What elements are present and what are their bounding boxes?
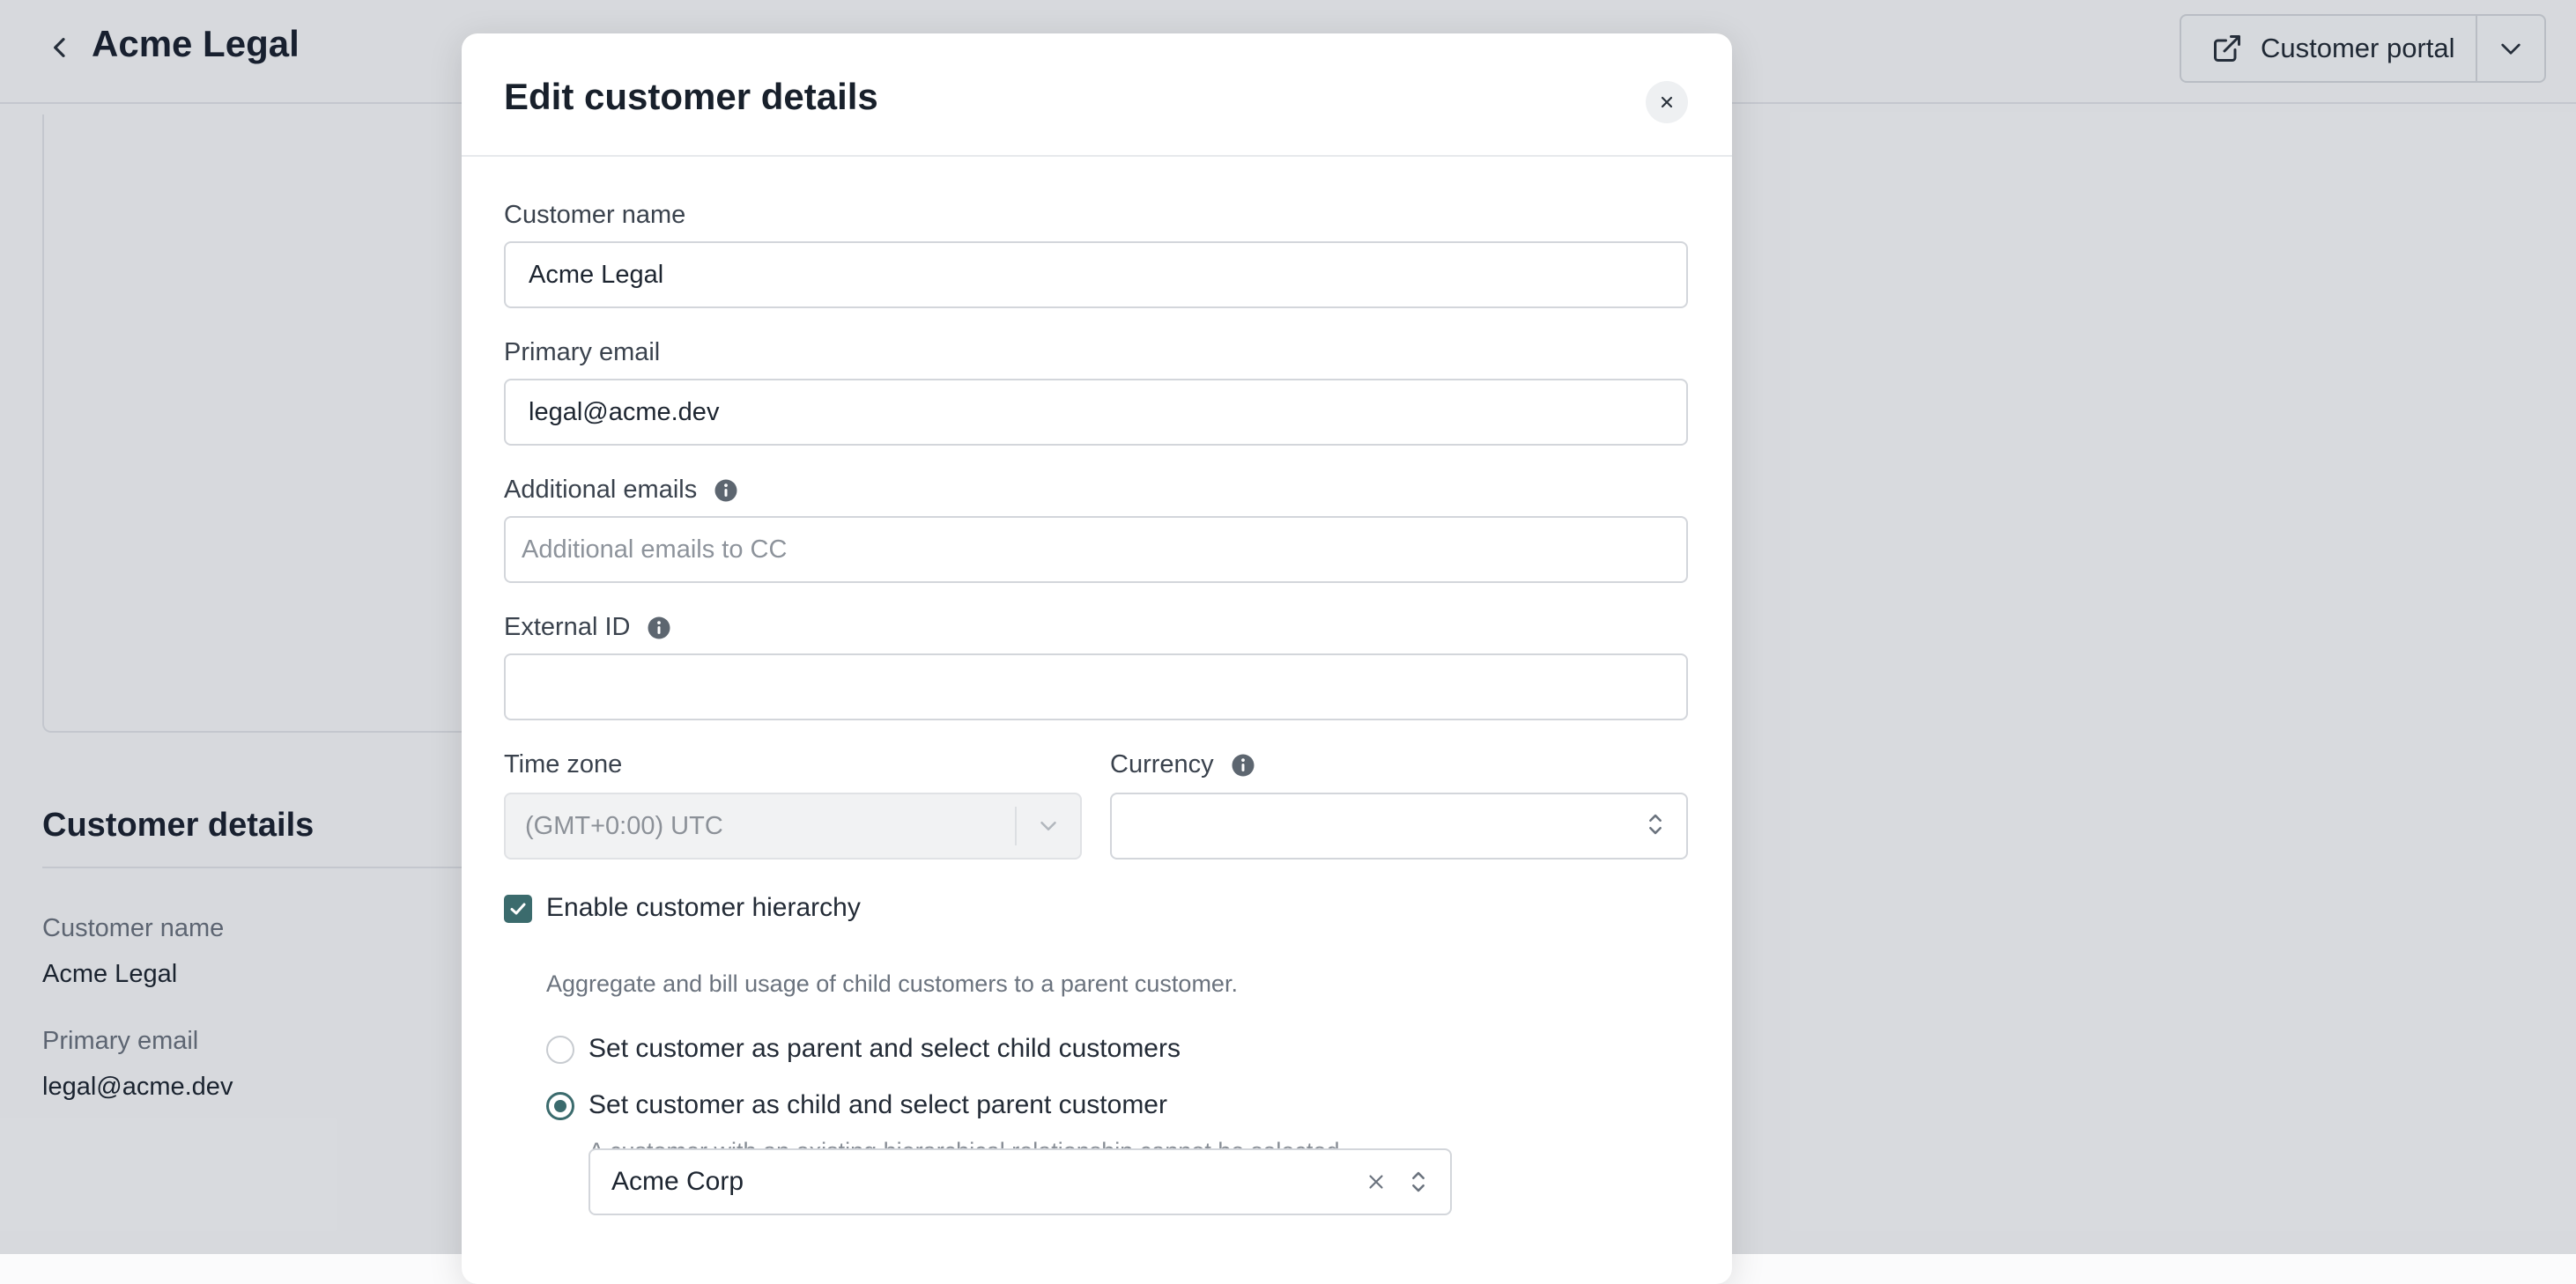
radio-dot <box>554 1100 566 1112</box>
close-button[interactable] <box>1646 81 1688 123</box>
primary-email-label: Primary email <box>504 338 661 366</box>
edit-customer-modal: Edit customer details Customer name Prim… <box>462 33 1732 1284</box>
additional-emails-input[interactable] <box>504 516 1688 583</box>
modal-title: Edit customer details <box>504 76 878 117</box>
primary-email-input[interactable] <box>504 379 1688 446</box>
up-down-icon <box>1644 809 1667 844</box>
parent-option-radio[interactable] <box>546 1036 574 1064</box>
currency-label: Currency <box>1110 750 1214 779</box>
time-zone-label: Time zone <box>504 750 623 779</box>
additional-emails-label: Additional emails <box>504 476 698 504</box>
chevron-down-icon <box>1017 813 1080 839</box>
customer-name-label: Customer name <box>504 201 686 229</box>
external-id-label-row: External ID <box>504 613 672 642</box>
parent-customer-value: Acme Corp <box>611 1167 744 1196</box>
currency-select[interactable] <box>1110 793 1688 860</box>
currency-label-row: Currency <box>1110 750 1256 779</box>
additional-emails-label-row: Additional emails <box>504 476 739 505</box>
time-zone-select: (GMT+0:00) UTC <box>504 793 1082 860</box>
close-icon <box>1661 96 1673 108</box>
parent-customer-select[interactable]: Acme Corp <box>588 1148 1452 1215</box>
info-icon[interactable] <box>713 477 739 504</box>
enable-hierarchy-label[interactable]: Enable customer hierarchy <box>546 893 861 923</box>
info-icon[interactable] <box>1230 752 1256 779</box>
child-option-radio[interactable] <box>546 1092 574 1120</box>
up-down-icon[interactable] <box>1403 1167 1434 1197</box>
enable-hierarchy-checkbox[interactable] <box>504 895 532 923</box>
external-id-input[interactable] <box>504 653 1688 720</box>
modal-header: Edit customer details <box>462 33 1732 157</box>
hierarchy-description: Aggregate and bill usage of child custom… <box>546 970 1238 997</box>
external-id-label: External ID <box>504 613 631 641</box>
child-option-label[interactable]: Set customer as child and select parent … <box>588 1090 1167 1120</box>
check-icon <box>510 903 526 915</box>
info-icon[interactable] <box>646 615 672 641</box>
customer-name-input[interactable] <box>504 241 1688 308</box>
clear-icon[interactable] <box>1360 1166 1392 1198</box>
time-zone-value: (GMT+0:00) UTC <box>525 811 723 840</box>
parent-option-label[interactable]: Set customer as parent and select child … <box>588 1034 1181 1064</box>
